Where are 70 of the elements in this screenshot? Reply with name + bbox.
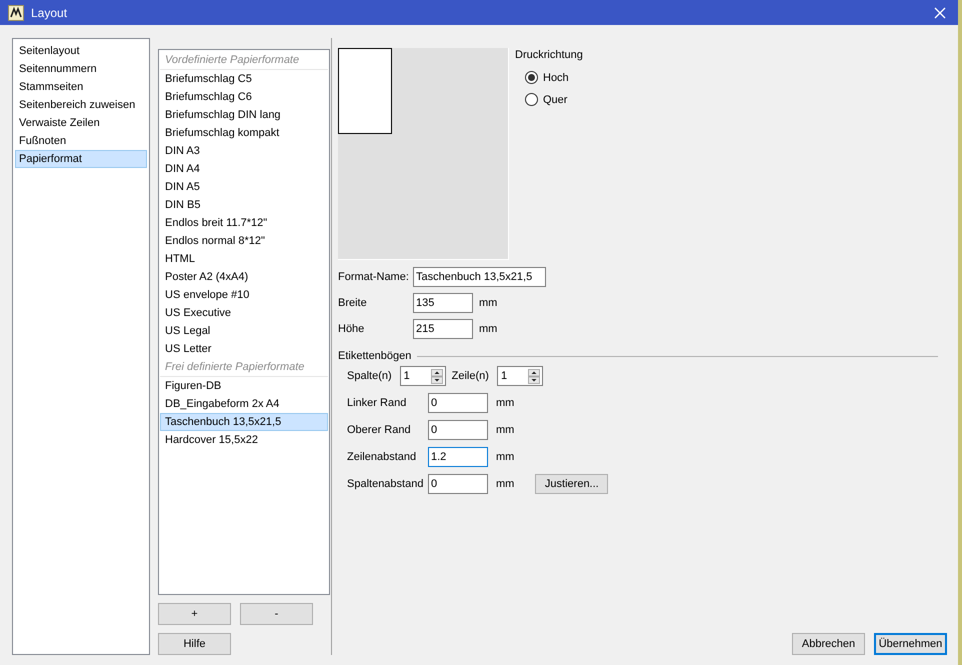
field-label: Spaltenabstand <box>347 478 424 490</box>
format-item[interactable]: US envelope #10 <box>160 286 328 304</box>
field-label: Spalte(n) <box>347 370 393 382</box>
format-item[interactable]: US Executive <box>160 304 328 322</box>
number-field[interactable]: 1.2 <box>428 447 488 467</box>
orientation-label: Druckrichtung <box>515 49 583 63</box>
nav-item[interactable]: Stammseiten <box>15 78 147 96</box>
format-item[interactable]: DIN A4 <box>160 160 328 178</box>
nav-item[interactable]: Fußnoten <box>15 132 147 150</box>
close-icon[interactable] <box>934 6 946 18</box>
radio-button[interactable] <box>525 93 538 106</box>
unit-label: mm <box>496 478 514 490</box>
help-button[interactable]: Hilfe <box>158 633 231 655</box>
format-item[interactable]: DB_Eingabeform 2x A4 <box>160 395 328 413</box>
format-item[interactable]: Taschenbuch 13,5x21,5 <box>160 413 328 431</box>
field-label: Format-Name: <box>338 271 410 283</box>
nav-item[interactable]: Verwaiste Zeilen <box>15 114 147 132</box>
spin-box[interactable]: 1 <box>400 366 446 386</box>
add-button[interactable]: + <box>158 603 231 625</box>
format-item[interactable]: DIN A5 <box>160 178 328 196</box>
format-item[interactable]: Figuren-DB <box>160 377 328 395</box>
format-item[interactable]: Briefumschlag kompakt <box>160 124 328 142</box>
radio-label[interactable]: Quer <box>543 94 568 106</box>
format-item[interactable]: Briefumschlag C6 <box>160 88 328 106</box>
format-item[interactable]: Hardcover 15,5x22 <box>160 431 328 449</box>
format-item[interactable]: US Letter <box>160 340 328 358</box>
nav-item[interactable]: Seitennummern <box>15 60 147 78</box>
field-label: Zeilenabstand <box>347 451 418 463</box>
format-item[interactable]: US Legal <box>160 322 328 340</box>
unit-label: mm <box>496 424 514 436</box>
nav-item[interactable]: Papierformat <box>15 150 147 168</box>
field-label: Höhe <box>338 323 366 335</box>
format-item[interactable]: HTML <box>160 250 328 268</box>
number-field[interactable]: 0 <box>428 420 488 440</box>
unit-label: mm <box>479 297 498 309</box>
number-field[interactable]: 0 <box>428 474 488 494</box>
number-field[interactable]: 135 <box>413 293 473 313</box>
group-header: Frei definierte Papierformate <box>160 358 328 377</box>
cancel-button[interactable]: Abbrechen <box>792 633 865 655</box>
apply-button[interactable]: Übernehmen <box>874 633 947 655</box>
field-label: Linker Rand <box>347 397 408 409</box>
format-item[interactable]: DIN A3 <box>160 142 328 160</box>
unit-label: mm <box>479 323 498 335</box>
format-item[interactable]: Briefumschlag DIN lang <box>160 106 328 124</box>
unit-label: mm <box>496 397 514 409</box>
format-item[interactable]: Poster A2 (4xA4) <box>160 268 328 286</box>
format-item[interactable]: DIN B5 <box>160 196 328 214</box>
name-field[interactable]: Taschenbuch 13,5x21,5 <box>413 267 546 287</box>
format-item[interactable]: Endlos normal 8*12" <box>160 232 328 250</box>
field-label: Zeile(n) <box>452 370 490 382</box>
adjust-button[interactable]: Justieren... <box>535 474 608 494</box>
number-field[interactable]: 0 <box>428 393 488 413</box>
field-label: Breite <box>338 297 368 309</box>
spin-box[interactable]: 1 <box>496 366 543 386</box>
field-label: Oberer Rand <box>347 424 412 436</box>
format-item[interactable]: Briefumschlag C5 <box>160 70 328 88</box>
app-icon <box>8 4 24 20</box>
section-title: Etikettenbögen <box>338 350 412 362</box>
nav-item[interactable]: Seitenlayout <box>15 42 147 60</box>
spin-arrows-icon[interactable] <box>528 368 540 384</box>
radio-label[interactable]: Hoch <box>543 72 569 84</box>
group-header: Vordefinierte Papierformate <box>160 51 328 70</box>
format-item[interactable]: Endlos breit 11.7*12" <box>160 214 328 232</box>
radio-button[interactable] <box>525 71 538 84</box>
window-title: Layout <box>31 6 68 20</box>
number-field[interactable]: 215 <box>413 319 473 339</box>
spin-arrows-icon[interactable] <box>430 368 443 384</box>
nav-item[interactable]: Seitenbereich zuweisen <box>15 96 147 114</box>
unit-label: mm <box>496 451 514 463</box>
remove-button[interactable]: - <box>240 603 313 625</box>
